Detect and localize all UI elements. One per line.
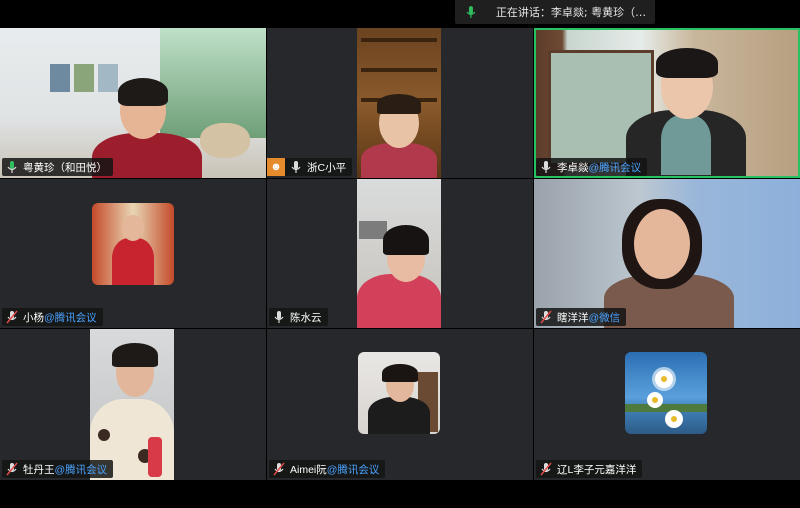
participant-nametag: ☻ 浙C小平 [267, 158, 353, 176]
mic-muted-icon [273, 462, 285, 476]
participant-nametag: 小杨 @腾讯会议 [2, 308, 103, 326]
participant-video [358, 352, 440, 434]
participant-video [536, 30, 798, 176]
mic-on-icon [541, 161, 551, 173]
mic-muted-icon [6, 462, 18, 476]
participant-name: 陈水云 [290, 311, 322, 324]
participant-org: @腾讯会议 [326, 463, 380, 476]
participant-tile[interactable]: 粤黄珍（和田悦） [0, 28, 266, 178]
participant-name: 粤黄珍（和田悦） [23, 161, 107, 174]
participant-nametag: 陈水云 [269, 308, 328, 326]
mic-muted-icon [540, 462, 552, 476]
mic-on-icon [291, 161, 301, 173]
participant-tile[interactable]: 牡丹王 @腾讯会议 [0, 329, 266, 480]
mic-muted-icon [540, 310, 552, 324]
participant-nametag: 粤黄珍（和田悦） [2, 158, 113, 176]
participant-nametag: Aimei阮 @腾讯会议 [269, 460, 386, 478]
participant-video [90, 329, 174, 480]
mic-active-icon [466, 6, 476, 18]
participant-tile[interactable]: Aimei阮 @腾讯会议 [267, 329, 533, 480]
participant-video [534, 179, 800, 328]
video-grid: 粤黄珍（和田悦） ☻ 浙C小平 李卓燚 @腾讯会议 小杨 @腾讯会议 陈水云 瞎… [0, 28, 800, 480]
participant-nametag: 李卓燚 @腾讯会议 [536, 158, 648, 176]
participant-nametag: 瞎洋洋 @微信 [536, 308, 627, 326]
participant-video [357, 28, 441, 178]
participant-video [0, 28, 266, 178]
participant-name: 瞎洋洋 [557, 311, 589, 324]
participant-tile[interactable]: 辽L李子元嘉洋洋 [534, 329, 800, 480]
mic-muted-icon [6, 310, 18, 324]
mic-on-icon [7, 161, 17, 173]
participant-org: @腾讯会议 [588, 161, 642, 174]
bottom-bar [0, 480, 800, 508]
participant-name: Aimei阮 [290, 463, 327, 476]
active-speaker-label: 正在讲话：李卓燚; 粤黄珍（和... [495, 6, 655, 19]
participant-video [92, 203, 174, 285]
participant-avatar-image [625, 352, 707, 434]
participant-tile[interactable]: ☻ 浙C小平 [267, 28, 533, 178]
participant-name: 浙C小平 [307, 161, 347, 174]
participant-tile[interactable]: 小杨 @腾讯会议 [0, 179, 266, 328]
participant-nametag: 辽L李子元嘉洋洋 [536, 460, 643, 478]
active-speaker-banner: 正在讲话：李卓燚; 粤黄珍（和... [455, 0, 655, 24]
participant-org: @微信 [588, 311, 621, 324]
mic-on-icon [274, 311, 284, 323]
participant-name: 李卓燚 [557, 161, 589, 174]
participant-nametag: 牡丹王 @腾讯会议 [2, 460, 114, 478]
participant-name: 辽L李子元嘉洋洋 [557, 463, 637, 476]
participant-tile[interactable]: 瞎洋洋 @微信 [534, 179, 800, 328]
user-badge-icon: ☻ [267, 158, 285, 176]
participant-org: @腾讯会议 [54, 463, 108, 476]
participant-tile-active[interactable]: 李卓燚 @腾讯会议 [534, 28, 800, 178]
participant-name: 牡丹王 [23, 463, 55, 476]
participant-tile[interactable]: 陈水云 [267, 179, 533, 328]
participant-video [357, 179, 441, 328]
participant-name: 小杨 [23, 311, 44, 324]
participant-org: @腾讯会议 [44, 311, 97, 324]
